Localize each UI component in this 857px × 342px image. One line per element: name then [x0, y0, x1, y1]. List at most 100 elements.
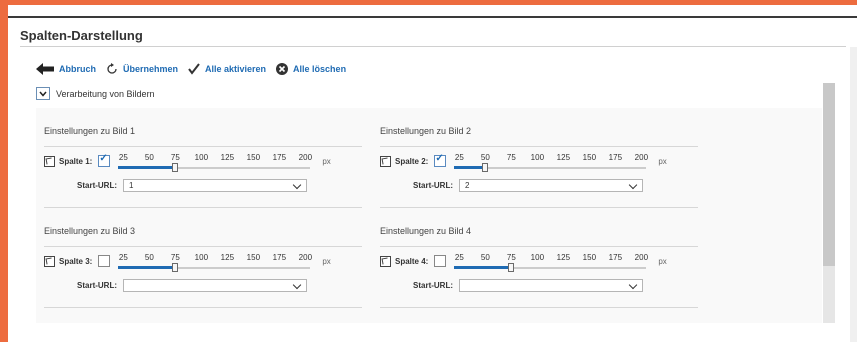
column-label: Spalte 1: [59, 156, 93, 166]
column-row: Spalte 1: 25 50 75 100 125 150 175 200 px [44, 153, 331, 172]
slider-handle[interactable] [508, 263, 515, 272]
title-divider [20, 46, 846, 47]
column-checkbox[interactable] [98, 153, 111, 167]
image-settings-card: Einstellungen zu Bild 4 Spalte 4: 25 50 75… [376, 216, 698, 308]
chevron-down-icon [628, 280, 638, 289]
section-label: Verarbeitung von Bildern [56, 88, 155, 99]
slider-tick-label: 150 [246, 253, 261, 262]
column-checkbox[interactable] [98, 255, 111, 267]
slider-tick-label: 100 [530, 253, 545, 262]
outer-scrollbar[interactable] [850, 47, 857, 342]
slider-tick-label: 25 [118, 253, 128, 262]
image-icon [380, 255, 391, 267]
slider-handle[interactable] [172, 163, 179, 172]
column-row: Spalte 3: 25 50 75 100 125 150 175 200 px [44, 253, 331, 272]
slider-tick-label: 175 [608, 153, 623, 162]
accent-border-left [0, 0, 8, 342]
slider-tick-label: 100 [194, 253, 209, 262]
slider-tick-label: 125 [556, 153, 571, 162]
width-slider[interactable]: 25 50 75 100 125 150 175 200 [118, 253, 318, 272]
slider-tick-label: 175 [608, 253, 623, 262]
clear-circle-icon [276, 63, 289, 75]
url-row: Start-URL: 1 [44, 178, 307, 192]
start-url-label: Start-URL: [77, 180, 117, 190]
accent-border-top [0, 0, 857, 5]
start-url-label: Start-URL: [77, 280, 117, 290]
slider-tick-label: 200 [634, 153, 649, 162]
width-slider[interactable]: 25 50 75 100 125 150 175 200 [454, 253, 654, 272]
slider-handle[interactable] [172, 263, 179, 272]
slider-tick-label: 100 [194, 153, 209, 162]
image-settings-card: Einstellungen zu Bild 1 Spalte 1: 25 50 75… [40, 116, 362, 208]
page-title: Spalten-Darstellung [20, 28, 143, 43]
card-title: Einstellungen zu Bild 1 [44, 126, 136, 136]
column-checkbox[interactable] [434, 255, 447, 267]
slider-fill [118, 166, 176, 169]
activate-all-label: Alle aktivieren [205, 64, 267, 74]
start-url-label: Start-URL: [413, 180, 453, 190]
slider-tick-label: 125 [220, 153, 235, 162]
url-row: Start-URL: [44, 278, 307, 292]
apply-label: Übernehmen [123, 64, 179, 74]
scrollbar-thumb[interactable] [823, 83, 835, 266]
card-title: Einstellungen zu Bild 2 [380, 126, 472, 136]
header-divider [8, 16, 857, 18]
column-label: Spalte 2: [395, 156, 429, 166]
slider-fill [118, 266, 176, 269]
slider-tick-label: 125 [556, 253, 571, 262]
slider-tick-label: 200 [298, 153, 313, 162]
width-slider[interactable]: 25 50 75 100 125 150 175 200 [118, 153, 318, 172]
image-settings-card: Einstellungen zu Bild 2 Spalte 2: 25 50 75… [376, 116, 698, 208]
card-bottom-divider [380, 207, 698, 208]
column-row: Spalte 4: 25 50 75 100 125 150 175 200 px [380, 253, 667, 272]
slider-fill [454, 266, 512, 269]
start-url-label: Start-URL: [413, 280, 453, 290]
slider-fill [454, 166, 486, 169]
column-row: Spalte 2: 25 50 75 100 125 150 175 200 px [380, 153, 667, 172]
toolbar: Abbruch Übernehmen Alle aktivieren Alle … [36, 62, 356, 76]
start-url-select[interactable] [123, 278, 307, 292]
window: Spalten-Darstellung Abbruch Übernehmen A… [0, 0, 857, 342]
card-bottom-divider [380, 307, 698, 308]
delete-all-button[interactable]: Alle löschen [276, 63, 346, 75]
slider-tick-label: 25 [118, 153, 128, 162]
start-url-select[interactable] [459, 278, 643, 292]
image-settings-card: Einstellungen zu Bild 3 Spalte 3: 25 50 75… [40, 216, 362, 308]
start-url-value: 1 [129, 180, 134, 190]
slider-handle[interactable] [482, 163, 489, 172]
chevron-down-icon [628, 180, 638, 189]
slider-tick-label: 50 [144, 153, 154, 162]
card-bottom-divider [44, 207, 362, 208]
delete-all-label: Alle löschen [293, 64, 347, 74]
slider-tick-label: 200 [634, 253, 649, 262]
slider-tick-label: 175 [272, 153, 287, 162]
unit-label: px [658, 156, 667, 166]
column-label: Spalte 4: [395, 256, 429, 266]
slider-tick-label: 25 [454, 153, 464, 162]
unit-label: px [322, 256, 331, 266]
apply-button[interactable]: Übernehmen [106, 63, 178, 75]
slider-tick-label: 50 [480, 253, 490, 262]
slider-tick-label: 100 [530, 153, 545, 162]
section-toggle[interactable]: Verarbeitung von Bildern [36, 87, 155, 100]
chevron-down-icon [292, 180, 302, 189]
checkmark-icon [188, 63, 200, 75]
column-label: Spalte 3: [59, 256, 93, 266]
column-checkbox[interactable] [434, 153, 447, 167]
start-url-select[interactable]: 1 [123, 178, 307, 192]
unit-label: px [322, 156, 331, 166]
card-divider [380, 246, 698, 247]
card-divider [44, 146, 362, 147]
url-row: Start-URL: 2 [380, 178, 643, 192]
chevron-down-icon[interactable] [36, 87, 50, 100]
activate-all-button[interactable]: Alle aktivieren [188, 63, 266, 75]
slider-tick-label: 200 [298, 253, 313, 262]
arrow-left-icon [36, 63, 54, 75]
slider-tick-label: 150 [582, 253, 597, 262]
width-slider[interactable]: 25 50 75 100 125 150 175 200 [454, 153, 654, 172]
unit-label: px [658, 256, 667, 266]
chevron-down-icon [292, 280, 302, 289]
start-url-select[interactable]: 2 [459, 178, 643, 192]
card-title: Einstellungen zu Bild 3 [44, 226, 136, 236]
cancel-button[interactable]: Abbruch [36, 63, 96, 75]
